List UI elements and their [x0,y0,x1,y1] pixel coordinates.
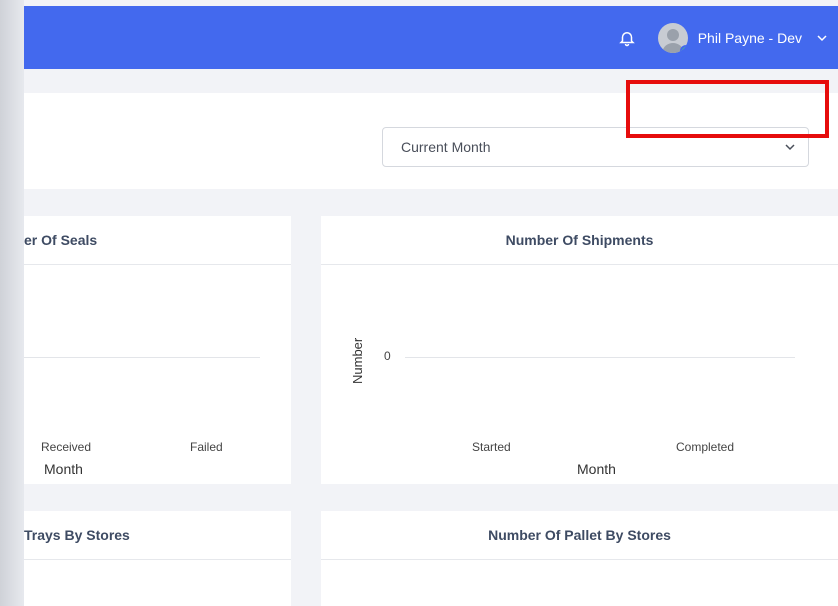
card-header: Trays By Stores [24,511,291,560]
zero-gridline [405,357,795,358]
card-header: er Of Seals [24,216,291,265]
online-status-dot [679,44,688,53]
user-menu-area: Phil Payne - Dev [618,6,828,69]
pallet-by-stores-card: Number Of Pallet By Stores [321,511,838,606]
y-tick-label: 0 [384,349,391,363]
bell-icon[interactable] [618,29,636,47]
x-tick-label: Started [472,440,511,454]
y-axis-title: Number [350,337,365,384]
chevron-down-icon [784,141,796,153]
card-header: Number Of Shipments [321,216,838,265]
chevron-down-icon[interactable] [816,32,828,44]
user-avatar-icon[interactable] [657,22,688,53]
x-tick-label: Failed [190,440,223,454]
card-header: Number Of Pallet By Stores [321,511,838,560]
x-tick-label: Completed [676,440,735,454]
user-name[interactable]: Phil Payne - Dev [698,30,802,46]
zero-gridline [24,357,260,358]
x-axis-title: Month [44,461,83,477]
card-title: Number Of Shipments [505,232,654,248]
highlight-annotation [626,80,829,138]
card-title: Number Of Pallet By Stores [488,527,671,543]
card-title: Trays By Stores [24,527,130,543]
window-edge-shadow [0,0,24,606]
seals-chart-card: er Of Seals Received Failed Month [24,216,291,484]
x-axis-title: Month [577,461,616,477]
x-tick-label: Received [41,440,92,454]
shipments-chart-card: Number Of Shipments Number 0 Started Com… [321,216,838,484]
trays-by-stores-card: Trays By Stores [24,511,291,606]
period-select-value: Current Month [401,139,491,155]
card-title: er Of Seals [24,232,98,248]
top-navbar: Phil Payne - Dev [24,6,838,69]
